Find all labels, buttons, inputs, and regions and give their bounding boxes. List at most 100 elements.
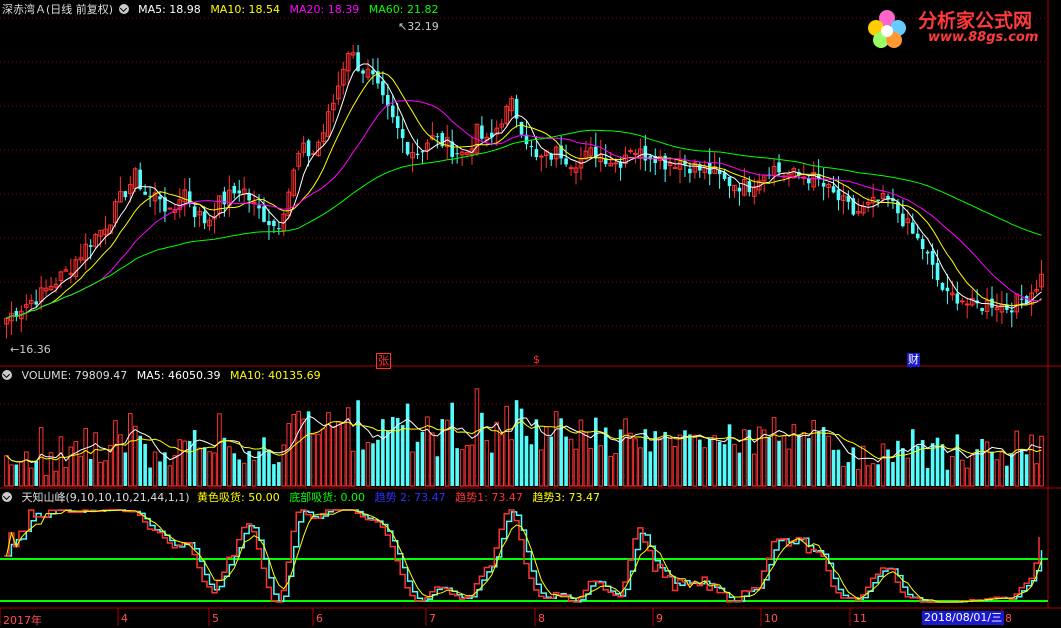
huangse-xihuo-value: 黄色吸货: 50.00 — [197, 491, 280, 504]
volume-bar — [267, 449, 271, 486]
volume-bar — [826, 435, 831, 487]
volume-bar — [781, 435, 787, 487]
candle-body — [420, 151, 425, 153]
candle-body — [480, 125, 484, 139]
ma20-line — [6, 100, 1042, 319]
candle-body — [192, 206, 197, 218]
volume-bar — [534, 419, 539, 486]
volume-bar — [935, 437, 940, 486]
candle-body — [262, 206, 266, 222]
volume-bar — [247, 450, 251, 486]
candle-body — [910, 222, 915, 234]
stock-chart-canvas[interactable] — [0, 0, 1061, 626]
candle-body — [435, 136, 440, 138]
volume-bar — [182, 440, 188, 487]
volume-bar — [286, 423, 292, 487]
volume-bar — [975, 449, 979, 486]
stock-title[interactable]: 深赤湾Ａ(日线 前复权) — [2, 3, 113, 16]
volume-bar — [994, 459, 1000, 487]
volume-bar — [143, 443, 147, 486]
volume-bar — [990, 451, 994, 486]
volume-bar — [846, 462, 851, 486]
volume-bar — [98, 461, 103, 487]
volume-bar — [806, 438, 811, 486]
volume-bar — [420, 431, 425, 486]
chevron-down-icon[interactable] — [2, 370, 12, 380]
candle-body — [564, 158, 568, 165]
candle-body — [737, 187, 742, 192]
volume-bar — [132, 425, 138, 487]
volume-bar — [549, 436, 554, 486]
volume-bar — [232, 453, 237, 486]
ma60-line — [6, 129, 1042, 319]
candle-body — [267, 221, 271, 226]
candle-body — [806, 178, 811, 184]
candle-body — [940, 282, 945, 290]
volume-bar — [672, 446, 678, 487]
volume-bar — [4, 455, 9, 487]
candle-body — [257, 205, 261, 209]
volume-bar — [365, 442, 371, 487]
volume-bar — [553, 411, 559, 487]
volume-bar — [980, 438, 984, 486]
indicator-name[interactable]: 天知山峰(9,10,10,10,21,44,1,1) — [22, 491, 190, 504]
volume-bar — [469, 444, 475, 487]
event-flag-zhang[interactable]: 张 — [376, 353, 391, 369]
volume-bar — [920, 440, 925, 486]
volume-bar — [450, 402, 454, 486]
volume-bar — [340, 422, 346, 487]
volume-bar — [187, 441, 192, 486]
volume-bar — [1010, 453, 1014, 486]
price-low-value: 16.36 — [19, 343, 51, 356]
volume-bar — [964, 467, 970, 487]
volume-bar — [291, 414, 297, 487]
candle-body — [143, 191, 147, 195]
volume-bar — [539, 449, 544, 487]
event-flag-dollar[interactable]: $ — [532, 353, 541, 367]
chevron-down-icon[interactable] — [2, 492, 12, 502]
volume-bar — [440, 419, 445, 486]
candle-body — [534, 149, 539, 158]
candle-body — [400, 129, 405, 139]
price-high-label: ↖32.19 — [398, 20, 439, 33]
volume-bar — [821, 427, 826, 486]
time-axis-label: 9 — [656, 612, 663, 625]
candle-body — [123, 191, 128, 198]
volume-bar — [756, 426, 762, 487]
volume-bar — [335, 421, 341, 487]
logo-text: 分析家公式网 — [918, 10, 1033, 32]
volume-bar — [371, 443, 375, 486]
volume-bar — [901, 448, 905, 486]
volume-bar — [202, 447, 207, 486]
volume-bar — [568, 438, 574, 487]
candle-body — [707, 162, 712, 175]
candle-body — [925, 251, 930, 254]
volume-bar — [891, 462, 895, 486]
candle-body — [272, 220, 276, 227]
candle-body — [831, 186, 836, 193]
volume-bar — [381, 419, 385, 486]
chevron-down-icon[interactable] — [118, 4, 129, 14]
volume-bar — [212, 452, 217, 487]
volume-bar — [118, 434, 123, 487]
event-flag-cai[interactable]: 财 — [907, 353, 920, 367]
ma5-value: MA5: 18.98 — [138, 3, 201, 16]
volume-bar — [727, 424, 732, 486]
volume-bar — [222, 437, 227, 486]
volume-bar — [797, 434, 801, 486]
volume-bar — [350, 450, 356, 487]
candle-body — [930, 250, 935, 265]
volume-bar — [831, 449, 836, 486]
volume-bar — [816, 431, 821, 486]
volume-bar — [509, 439, 514, 487]
volume-bar — [356, 400, 360, 486]
volume-bar — [217, 413, 222, 487]
volume-bar — [63, 467, 69, 487]
volume-bar — [613, 453, 618, 487]
cursor-date-label: 2018/08/01/三 — [922, 611, 1005, 625]
volume-bar — [321, 428, 326, 487]
volume-bar — [28, 467, 34, 487]
volume-bar — [940, 444, 945, 486]
volume-bar — [603, 427, 608, 486]
volume-bar — [638, 447, 643, 487]
